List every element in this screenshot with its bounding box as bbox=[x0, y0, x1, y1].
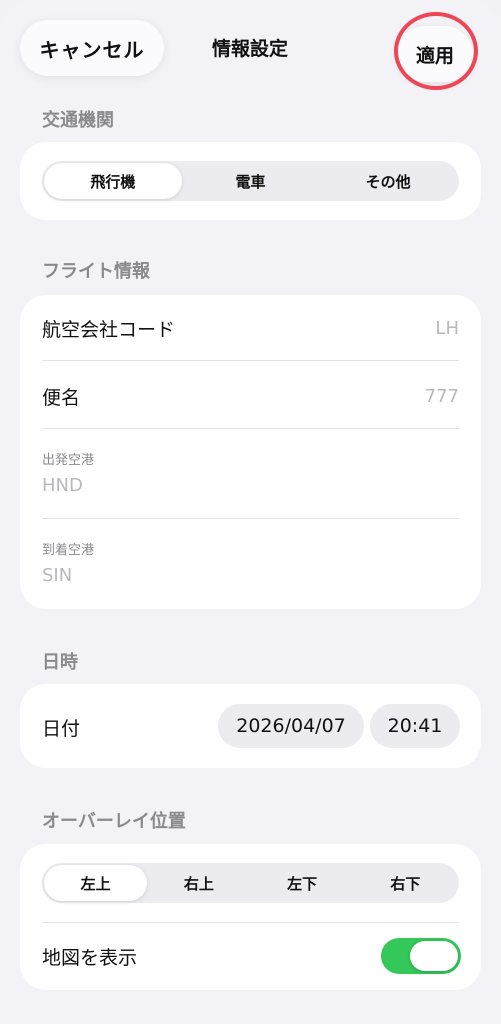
datetime-card: 日付 2026/04/07 20:41 bbox=[20, 684, 481, 768]
airline-code-row[interactable]: 航空会社コード LH bbox=[42, 313, 459, 343]
show-map-label: 地図を表示 bbox=[42, 947, 138, 969]
highlight-ring bbox=[394, 12, 478, 90]
departure-airport-input[interactable]: HND bbox=[42, 475, 83, 496]
divider bbox=[42, 922, 459, 923]
flight-number-label: 便名 bbox=[42, 386, 81, 409]
divider bbox=[42, 428, 459, 429]
overlay-card: 左上 右上 左下 右下 地図を表示 bbox=[20, 844, 481, 990]
arrival-airport-input[interactable]: SIN bbox=[42, 565, 72, 586]
segment-top-left[interactable]: 左上 bbox=[44, 865, 148, 901]
section-header-overlay: オーバーレイ位置 bbox=[42, 811, 186, 832]
time-picker-button[interactable]: 20:41 bbox=[370, 704, 460, 748]
section-header-flight: フライト情報 bbox=[42, 261, 150, 282]
flight-card: 航空会社コード LH 便名 777 出発空港 HND 到着空港 SIN bbox=[20, 295, 481, 609]
overlay-position-segmented-control: 左上 右上 左下 右下 bbox=[42, 863, 459, 903]
settings-sheet: キャンセル 情報設定 適用 交通機関 飛行機 電車 その他 フライト情報 航空会… bbox=[0, 0, 501, 1024]
date-label: 日付 bbox=[42, 718, 81, 740]
airline-code-label: 航空会社コード bbox=[42, 318, 176, 341]
divider bbox=[42, 518, 459, 519]
segment-bottom-right[interactable]: 右下 bbox=[354, 865, 457, 901]
section-header-datetime: 日時 bbox=[42, 652, 78, 673]
transport-card: 飛行機 電車 その他 bbox=[20, 142, 481, 220]
divider bbox=[42, 360, 459, 361]
flight-number-input[interactable]: 777 bbox=[425, 386, 459, 407]
segment-airplane[interactable]: 飛行機 bbox=[44, 163, 182, 199]
segment-other[interactable]: その他 bbox=[319, 163, 457, 199]
page-title: 情報設定 bbox=[211, 38, 288, 60]
segment-bottom-left[interactable]: 左下 bbox=[251, 865, 354, 901]
date-picker-button[interactable]: 2026/04/07 bbox=[218, 704, 364, 748]
transport-segmented-control: 飛行機 電車 その他 bbox=[42, 161, 459, 201]
toggle-knob bbox=[410, 941, 458, 971]
flight-number-row[interactable]: 便名 777 bbox=[42, 381, 459, 411]
segment-top-right[interactable]: 右上 bbox=[147, 865, 250, 901]
departure-airport-label: 出発空港 bbox=[42, 453, 95, 468]
arrival-airport-label: 到着空港 bbox=[42, 543, 95, 558]
section-header-transport: 交通機関 bbox=[42, 110, 114, 131]
show-map-toggle[interactable] bbox=[381, 938, 461, 974]
airline-code-input[interactable]: LH bbox=[435, 318, 459, 339]
cancel-button[interactable]: キャンセル bbox=[20, 20, 164, 76]
segment-train[interactable]: 電車 bbox=[182, 163, 320, 199]
